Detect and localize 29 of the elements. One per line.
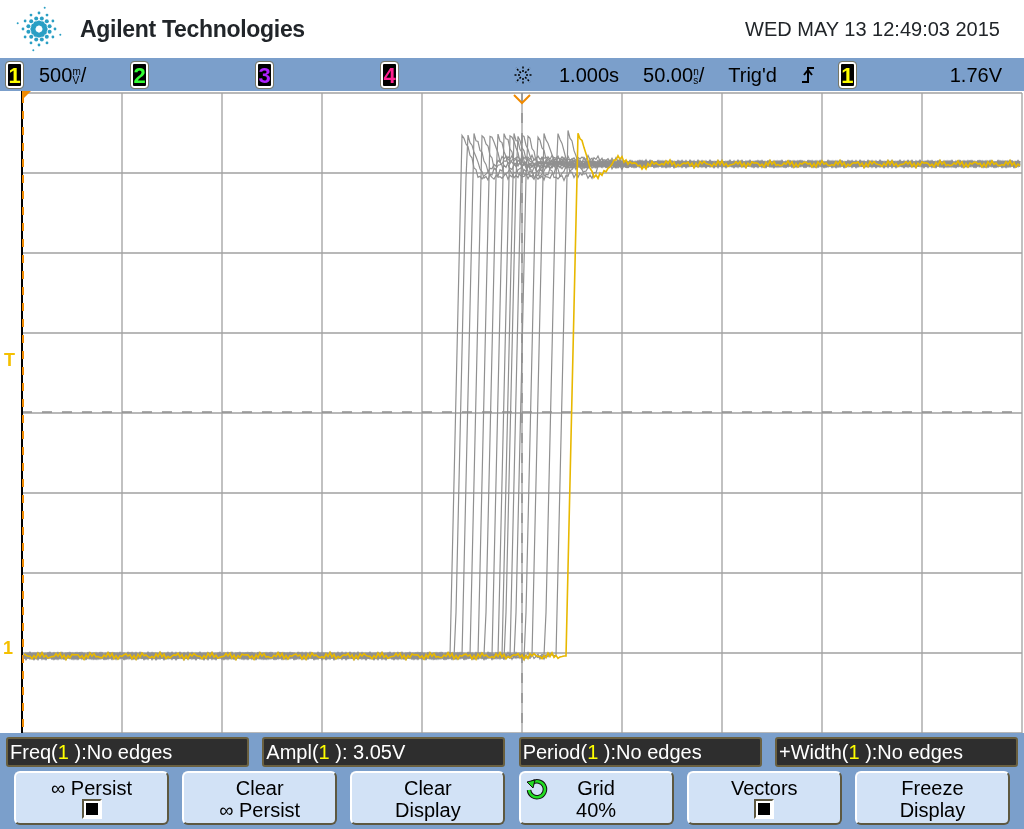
softkey[interactable]: Clear Display [350, 771, 506, 825]
brand-name: Agilent Technologies [80, 14, 305, 44]
channel-badge[interactable]: 4 [381, 61, 398, 88]
measurement-readout: Freq(1 ):No edges [6, 737, 249, 767]
softkey[interactable]: ∞ Persist [14, 771, 169, 825]
softkey[interactable]: Grid 40% [518, 771, 674, 825]
measurement-readout: Ampl(1 ): 3.05V [262, 737, 506, 767]
corner-marker-icon [22, 91, 31, 100]
softkey[interactable]: Freeze Display [854, 771, 1010, 825]
channel-badge[interactable]: 2 [131, 61, 148, 88]
softkey[interactable]: Clear ∞ Persist [182, 771, 338, 825]
measurement-readout: +Width(1 ):No edges [775, 737, 1018, 767]
channel-badge[interactable]: 1 [6, 61, 23, 88]
trigger-status: Trig'd [728, 62, 777, 88]
measurement-readout: Period(1 ):No edges [518, 737, 762, 767]
checkbox-indicator[interactable] [81, 799, 102, 819]
channel-ground-marker: 1 [3, 639, 13, 657]
starburst-logo-icon [14, 4, 64, 54]
trigger-level: 1.76V [949, 62, 1002, 88]
softkey[interactable]: Vectors [686, 771, 842, 825]
checkbox-indicator[interactable] [754, 799, 775, 819]
channel-badge[interactable]: 3 [256, 61, 273, 88]
date-time: WED MAY 13 12:49:03 2015 [745, 17, 1000, 42]
time-reference: 1.000s [559, 62, 620, 88]
trigger-level-marker: T [4, 351, 15, 369]
trigger-source-badge[interactable]: 1 [838, 61, 856, 88]
cycle-arrow-icon [524, 777, 549, 801]
trigger-position-marker-icon [513, 94, 531, 105]
rising-edge-icon [800, 64, 815, 85]
